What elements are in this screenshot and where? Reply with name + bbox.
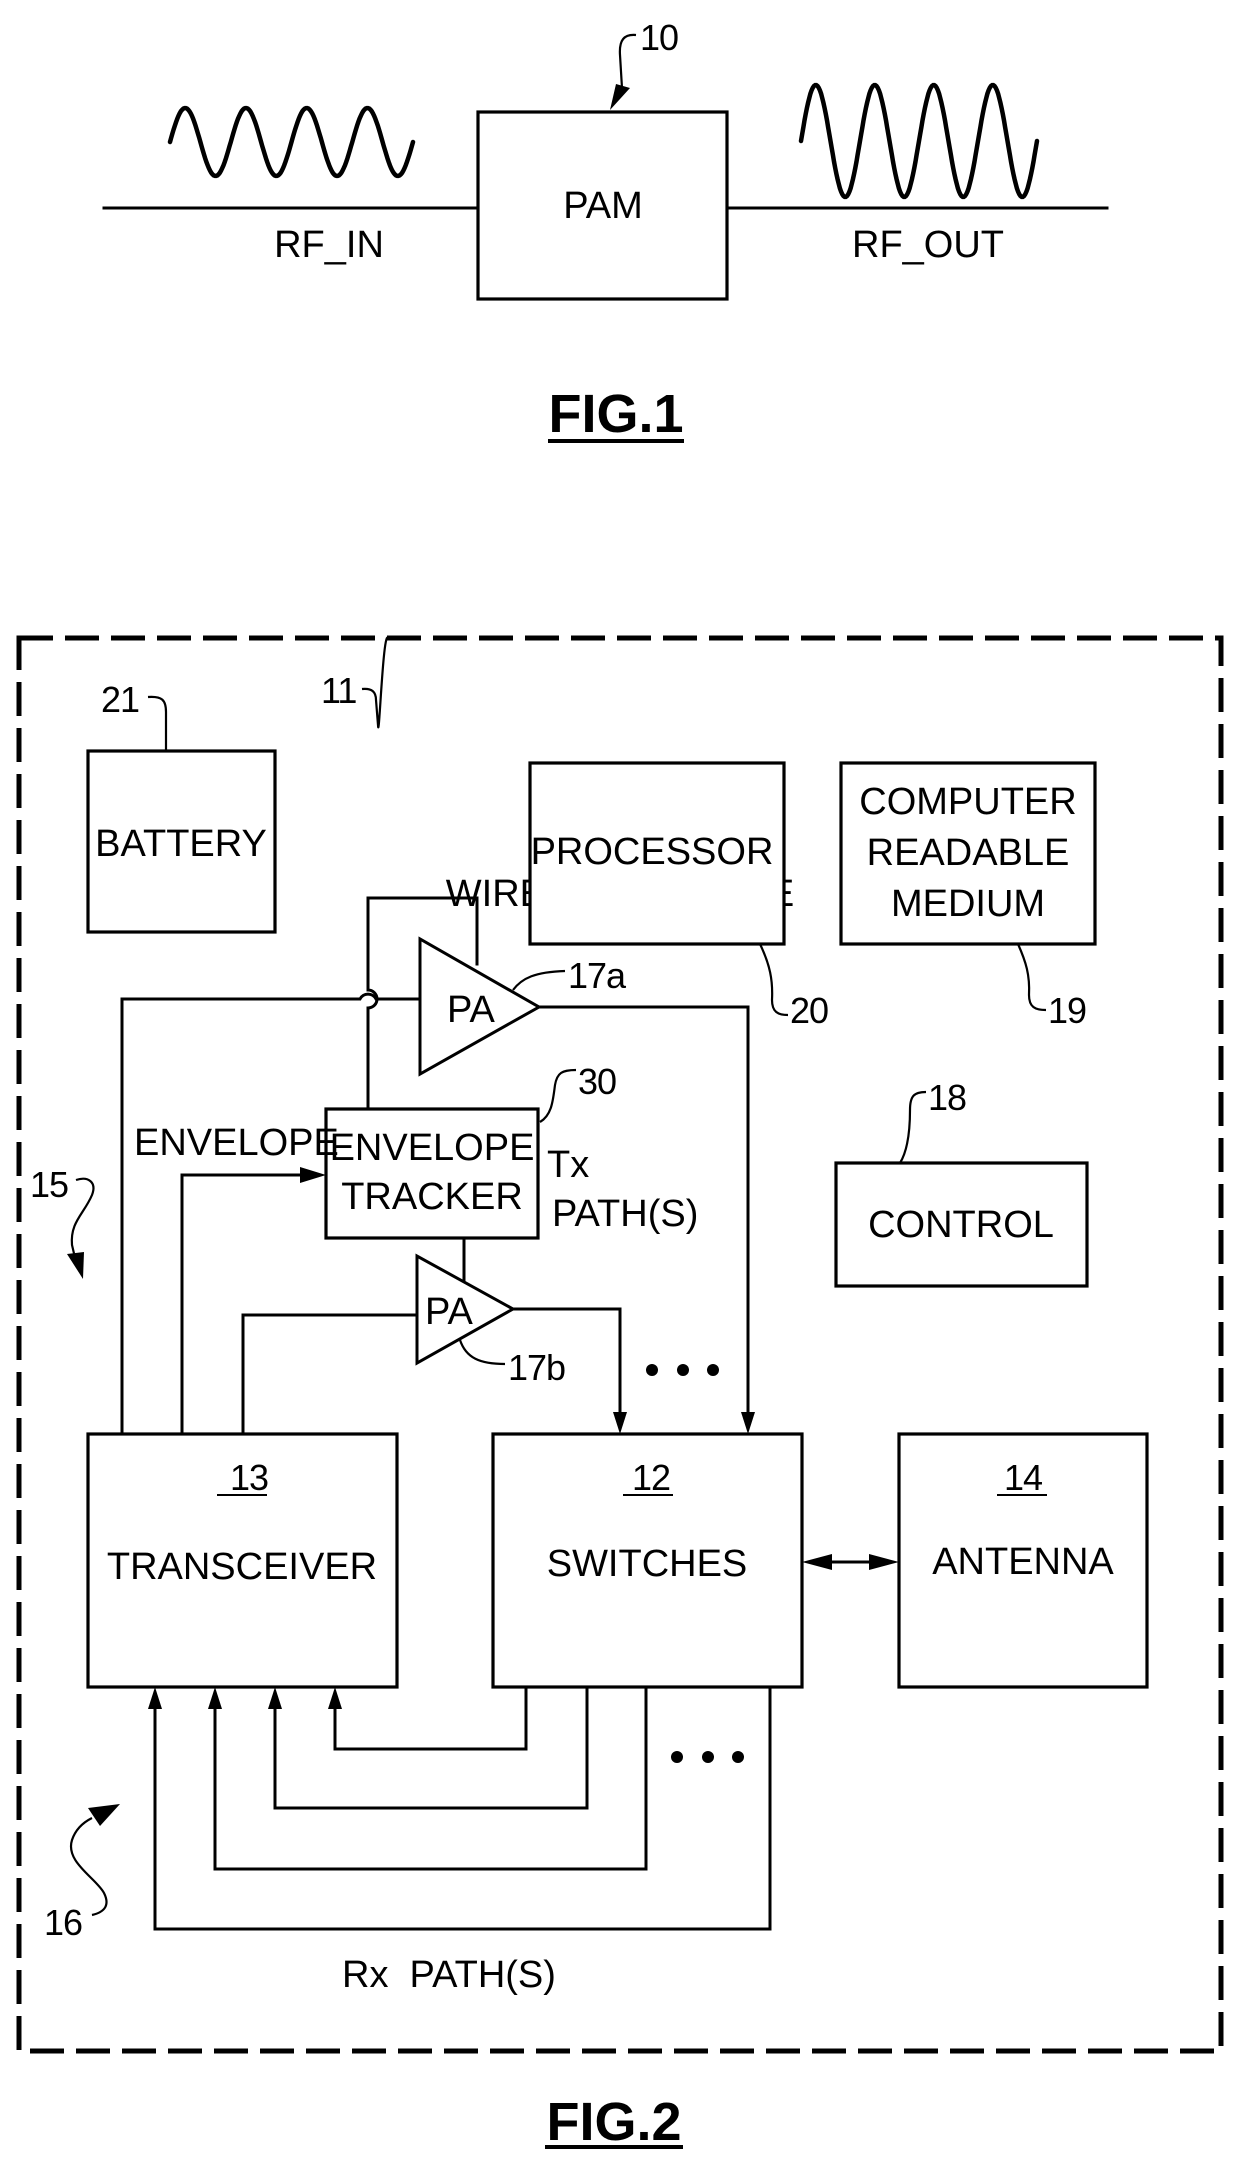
rx-path-1-arrowhead-icon	[328, 1687, 342, 1709]
ref-30-label: 30	[578, 1061, 616, 1102]
ref-17a-leader	[512, 969, 566, 991]
ref-15-label: 15	[30, 1164, 68, 1205]
rx-ellipsis-dot	[702, 1751, 714, 1763]
ref-10-arrowhead-icon	[610, 84, 630, 110]
ref-18-label: 18	[928, 1077, 966, 1118]
switch-side-arrowhead-icon	[802, 1554, 832, 1570]
rf-in-label: RF_IN	[274, 224, 384, 266]
rx-paths-label: Rx PATH(S)	[342, 1954, 556, 1996]
ref-21-leader	[147, 695, 168, 751]
ref-16-leader	[69, 1817, 108, 1917]
envelope-tracker-line-2: TRACKER	[341, 1176, 523, 1218]
rx-path-1	[333, 1685, 528, 1751]
ref-21-label: 21	[101, 679, 139, 720]
transceiver-ref: 13	[230, 1457, 268, 1498]
rf-out-waveform	[798, 82, 1040, 200]
pa-a-label: PA	[447, 989, 496, 1031]
rx-ellipsis-dot	[671, 1751, 683, 1763]
rx-path-2-arrowhead-icon	[268, 1687, 282, 1709]
crm-line-1: COMPUTER	[859, 781, 1076, 823]
crm-line-3: MEDIUM	[891, 883, 1045, 925]
crm-line-2: READABLE	[867, 832, 1070, 874]
tx-ellipsis-dot	[677, 1364, 689, 1376]
pam-label: PAM	[563, 185, 643, 227]
ref-16-arrowhead-icon	[88, 1804, 120, 1826]
switches-ref: 12	[632, 1457, 670, 1498]
tx-label-line-1: Tx	[547, 1144, 589, 1186]
envelope-signal-label: ENVELOPE	[134, 1122, 339, 1164]
rx-ellipsis-dot	[732, 1751, 744, 1763]
ref-10-leader	[618, 33, 637, 89]
tx-ellipsis-dot	[707, 1364, 719, 1376]
switches-label: SWITCHES	[547, 1543, 748, 1585]
transceiver-label: TRANSCEIVER	[107, 1546, 377, 1588]
ref-11-label: 11	[321, 670, 356, 711]
ref-30-leader	[539, 1068, 577, 1123]
rf-out-label: RF_OUT	[852, 224, 1004, 266]
battery-label: BATTERY	[95, 823, 267, 865]
tx-ellipsis-dot	[646, 1364, 658, 1376]
pa-b-output-arrowhead-icon	[613, 1412, 627, 1434]
pa-b-label: PA	[425, 1291, 474, 1333]
ref-20-leader	[759, 943, 789, 1017]
antenna-label: ANTENNA	[932, 1541, 1114, 1583]
ref-20-label: 20	[790, 990, 828, 1031]
ref-15-arrowhead-icon	[67, 1252, 84, 1279]
ref-15-leader	[70, 1177, 95, 1263]
pa-a-output-arrowhead-icon	[741, 1412, 755, 1434]
fig2: 11 WIRELESS DEVICE BATTERY 21 PROCESSOR …	[16, 635, 1224, 2152]
envelope-signal-arrowhead-icon	[300, 1167, 326, 1183]
ref-19-label: 19	[1048, 990, 1086, 1031]
ref-19-leader	[1016, 943, 1047, 1012]
rx-path-3-arrowhead-icon	[208, 1687, 222, 1709]
ref-17b-label: 17b	[508, 1347, 565, 1388]
fig2-caption: FIG.2	[546, 2092, 681, 2152]
ref-11-leader	[361, 636, 390, 729]
rx-path-4-arrowhead-icon	[148, 1687, 162, 1709]
fig1-caption: FIG.1	[548, 384, 683, 444]
tx-label-line-2: PATH(S)	[552, 1193, 698, 1235]
ref-16-label: 16	[44, 1902, 82, 1943]
ref-17a-label: 17a	[568, 955, 627, 996]
control-label: CONTROL	[868, 1204, 1054, 1246]
pa-b-input-line	[241, 1313, 419, 1436]
rf-in-waveform	[167, 105, 416, 179]
fig1: PAM RF_IN RF_OUT 10 FIG.1	[102, 17, 1109, 444]
antenna-ref: 14	[1004, 1457, 1042, 1498]
patent-drawing-sheet: PAM RF_IN RF_OUT 10 FIG.1 11 WIRELESS DE…	[16, 17, 1224, 2152]
ref-17b-leader	[458, 1339, 506, 1366]
envelope-tracker-line-1: ENVELOPE	[330, 1127, 535, 1169]
antenna-side-arrowhead-icon	[869, 1554, 899, 1570]
processor-label: PROCESSOR	[531, 831, 774, 873]
ref-10-label: 10	[640, 17, 678, 58]
ref-18-leader	[899, 1090, 927, 1164]
rx-path-3	[213, 1685, 648, 1871]
